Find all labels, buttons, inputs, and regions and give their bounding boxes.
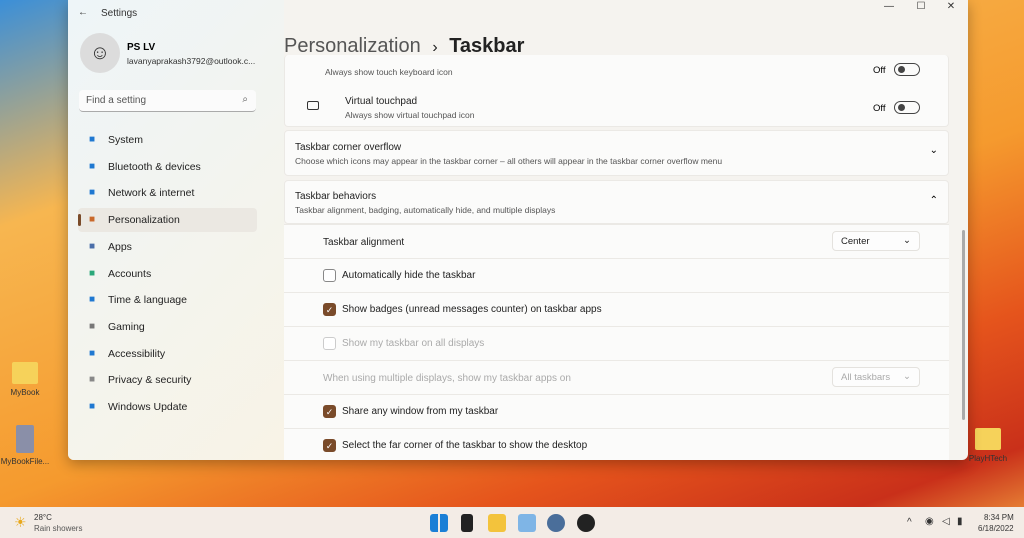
accessibility-icon: ■ bbox=[88, 347, 96, 359]
auto-hide-checkbox[interactable] bbox=[323, 269, 336, 282]
settings-icon[interactable] bbox=[547, 514, 565, 532]
folder-icon bbox=[975, 428, 1001, 450]
chevron-up-icon: ⌃ bbox=[929, 195, 938, 206]
start-icon[interactable] bbox=[430, 514, 448, 532]
page-title: Taskbar bbox=[449, 35, 525, 57]
touch-keyboard-row: Always show touch keyboard icon bbox=[325, 67, 453, 77]
wifi-icon[interactable]: ◉ bbox=[925, 516, 934, 527]
sidebar-item-accounts[interactable]: ■ Accounts bbox=[78, 262, 257, 286]
controller-icon: ■ bbox=[88, 320, 96, 332]
sidebar-item-label: Accessibility bbox=[108, 347, 166, 360]
weather-icon[interactable]: ☀ bbox=[14, 514, 27, 531]
sidebar-item-time-language[interactable]: ■ Time & language bbox=[78, 288, 257, 312]
volume-icon[interactable]: ◁ bbox=[942, 516, 950, 527]
sidebar-item-label: Apps bbox=[108, 240, 132, 253]
share-checkbox[interactable]: ✓ bbox=[323, 405, 336, 418]
back-button[interactable]: ← bbox=[78, 7, 88, 18]
badges-checkbox[interactable]: ✓ bbox=[323, 303, 336, 316]
sidebar-item-accessibility[interactable]: ■ Accessibility bbox=[78, 342, 257, 366]
folder-icon bbox=[12, 362, 38, 384]
touch-keyboard-toggle[interactable] bbox=[894, 63, 920, 76]
share-row: ✓ Share any window from my taskbar bbox=[284, 394, 949, 428]
sidebar-item-label: Bluetooth & devices bbox=[108, 160, 201, 173]
sidebar: ← Settings ☺ PS LV lavanyaprakash3792@ou… bbox=[68, 0, 284, 460]
all-displays-checkbox[interactable] bbox=[323, 337, 336, 350]
battery-icon[interactable]: ▮ bbox=[957, 516, 963, 527]
content: Personalization › Taskbar Always show to… bbox=[284, 0, 968, 460]
search-icon: ⌕ bbox=[242, 94, 248, 105]
shield-icon: ■ bbox=[88, 374, 96, 386]
brush-icon: ■ bbox=[88, 214, 96, 226]
window-title: Settings bbox=[101, 8, 138, 19]
sidebar-item-label: System bbox=[108, 134, 144, 146]
wifi-icon: ■ bbox=[88, 187, 96, 199]
sidebar-item-label: Gaming bbox=[108, 320, 145, 333]
file-icon bbox=[16, 425, 34, 453]
chevron-up-icon[interactable]: ^ bbox=[907, 517, 912, 528]
sidebar-item-label: Time & language bbox=[108, 294, 187, 307]
sidebar-item-label: Windows Update bbox=[108, 401, 188, 413]
user-email: lavanyaprakash3792@outlook.c... bbox=[127, 56, 256, 66]
photos-icon[interactable] bbox=[518, 514, 536, 532]
sidebar-item-label: Privacy & security bbox=[108, 374, 192, 387]
all-displays-row: Show my taskbar on all displays bbox=[284, 326, 949, 360]
update-icon: ■ bbox=[88, 401, 96, 412]
far-corner-checkbox[interactable]: ✓ bbox=[323, 439, 336, 452]
behaviors-header[interactable]: Taskbar behaviors Taskbar alignment, badg… bbox=[284, 180, 949, 224]
bluetooth-icon: ■ bbox=[88, 160, 96, 172]
task-view-icon[interactable] bbox=[461, 514, 473, 532]
scrollbar[interactable] bbox=[962, 230, 965, 420]
sidebar-item-apps[interactable]: ■ Apps bbox=[78, 235, 257, 259]
globe-icon: ■ bbox=[88, 294, 96, 306]
far-corner-row: ✓ Select the far corner of the taskbar t… bbox=[284, 428, 949, 460]
corner-overflow-card[interactable]: Taskbar corner overflow Choose which icon… bbox=[284, 130, 949, 176]
person-icon: ■ bbox=[88, 267, 96, 279]
sidebar-item-privacy-security[interactable]: ■ Privacy & security bbox=[78, 368, 257, 392]
avatar[interactable]: ☺ bbox=[80, 33, 120, 73]
settings-window: ← Settings ☺ PS LV lavanyaprakash3792@ou… bbox=[68, 0, 968, 460]
sidebar-item-bluetooth-devices[interactable]: ■ Bluetooth & devices bbox=[78, 155, 257, 179]
desktop-icon-playhtech[interactable]: PlayHTech bbox=[960, 428, 1016, 463]
monitor-icon: ■ bbox=[88, 134, 96, 145]
apps-icon: ■ bbox=[88, 240, 96, 252]
sidebar-item-windows-update[interactable]: ■ Windows Update bbox=[78, 395, 257, 419]
sidebar-item-label: Network & internet bbox=[108, 187, 195, 200]
sidebar-item-label: Personalization bbox=[108, 214, 180, 227]
virtual-touchpad-toggle[interactable] bbox=[894, 101, 920, 114]
desktop-icon-mybookfile[interactable]: MyBookFile... bbox=[0, 425, 53, 466]
sidebar-item-system[interactable]: ■ System bbox=[78, 128, 257, 152]
taskbar: ☀ 28°C Rain showers ^ ◉ ◁ ▮ 8:34 PM 6/18… bbox=[0, 507, 1024, 538]
file-explorer-icon[interactable] bbox=[488, 514, 506, 532]
chevron-down-icon: ⌄ bbox=[903, 235, 911, 246]
touch-card: Always show touch keyboard icon Off Virt… bbox=[284, 55, 949, 127]
sidebar-item-label: Accounts bbox=[108, 267, 152, 280]
auto-hide-row: Automatically hide the taskbar bbox=[284, 258, 949, 292]
user-name: PS LV bbox=[127, 42, 156, 53]
sidebar-item-gaming[interactable]: ■ Gaming bbox=[78, 315, 257, 339]
badges-row: ✓ Show badges (unread messages counter) … bbox=[284, 292, 949, 326]
multi-display-dropdown[interactable]: All taskbars ⌄ bbox=[832, 367, 920, 387]
sidebar-item-personalization[interactable]: ■ Personalization bbox=[78, 208, 257, 233]
alignment-row: Taskbar alignment Center ⌄ bbox=[284, 224, 949, 258]
browser-icon[interactable] bbox=[577, 514, 595, 532]
desktop-icon-mybook[interactable]: MyBook bbox=[0, 362, 53, 397]
search-input[interactable]: Find a setting ⌕ bbox=[79, 90, 256, 112]
chevron-down-icon: ⌄ bbox=[903, 371, 911, 382]
touchpad-icon bbox=[307, 101, 319, 110]
alignment-dropdown[interactable]: Center ⌄ bbox=[832, 231, 920, 251]
sidebar-item-network-internet[interactable]: ■ Network & internet bbox=[78, 181, 257, 205]
multi-display-row: When using multiple displays, show my ta… bbox=[284, 360, 949, 394]
chevron-down-icon: ⌄ bbox=[929, 145, 938, 156]
